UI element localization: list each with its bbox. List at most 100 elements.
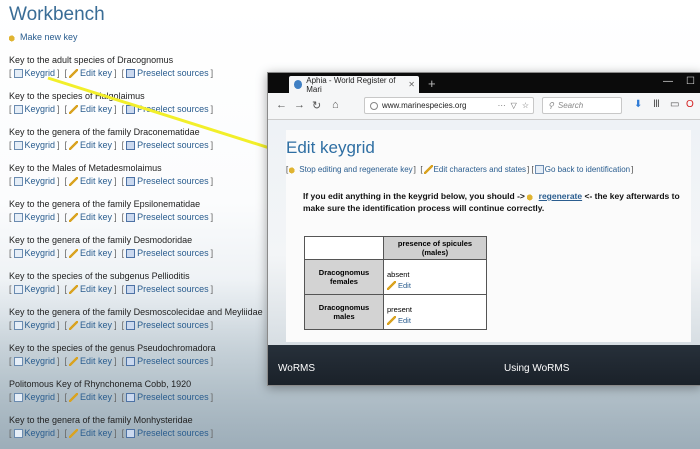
go-back-link[interactable]: Go back to identification: [545, 165, 630, 174]
table-cell: absent Edit: [383, 259, 487, 295]
regenerate-link[interactable]: regenerate: [539, 191, 582, 201]
edit-key-link[interactable]: Edit key: [80, 104, 112, 114]
footer-using-worms-link[interactable]: Using WoRMS: [504, 363, 569, 374]
keygrid-link[interactable]: Keygrid: [25, 320, 56, 330]
key-title: Key to the adult species of Dracognomus: [9, 55, 174, 65]
preselect-sources-link[interactable]: Preselect sources: [137, 176, 209, 186]
preselect-icon: [126, 284, 136, 294]
preselect-sources-link[interactable]: Preselect sources: [137, 284, 209, 294]
edit-key-link[interactable]: Edit key: [80, 212, 112, 222]
cell-edit-label: Edit: [398, 281, 411, 290]
download-icon[interactable]: ⬇: [634, 99, 642, 110]
key-links: [Keygrid] [Edit key] [Preselect sources]: [9, 284, 214, 294]
site-footer: WoRMS Using WoRMS: [268, 345, 700, 385]
key-links: [Keygrid] [Edit key] [Preselect sources]: [9, 356, 214, 366]
library-icon[interactable]: Ⅲ: [653, 99, 660, 110]
edit-key-link[interactable]: Edit key: [80, 320, 112, 330]
keygrid-link[interactable]: Keygrid: [25, 212, 56, 222]
edit-key-link[interactable]: Edit key: [80, 428, 112, 438]
pencil-icon: [69, 140, 79, 150]
preselect-sources-link[interactable]: Preselect sources: [137, 248, 209, 258]
keygrid-link[interactable]: Keygrid: [25, 392, 56, 402]
browser-tab[interactable]: Aphia - World Register of Mari ✕: [289, 76, 419, 94]
footer-worms-link[interactable]: WoRMS: [278, 363, 315, 374]
sidebar-icon[interactable]: ▭: [670, 99, 679, 110]
more-icon[interactable]: ···: [498, 101, 506, 110]
keygrid-link[interactable]: Keygrid: [25, 356, 56, 366]
list-item: Key to the genera of the family Desmodor…: [9, 235, 213, 258]
new-tab-icon[interactable]: +: [428, 76, 436, 91]
url-bar[interactable]: www.marinespecies.org ··· ▽ ☆: [364, 97, 534, 114]
preselect-sources-link[interactable]: Preselect sources: [137, 140, 209, 150]
pencil-icon: [69, 212, 79, 222]
grid-icon: [13, 140, 23, 150]
cell-edit-link[interactable]: Edit: [387, 281, 483, 290]
edit-key-link[interactable]: Edit key: [80, 248, 112, 258]
favicon-icon: [294, 80, 303, 89]
key-links: [Keygrid] [Edit key] [Preselect sources]: [9, 428, 214, 438]
list-item: Key to the genera of the family Desmosco…: [9, 307, 263, 330]
nav-bar: ← → ↻ ⌂ www.marinespecies.org ··· ▽ ☆ ⚲ …: [268, 93, 700, 120]
pocket-icon[interactable]: ▽: [511, 101, 517, 110]
bookmark-star-icon[interactable]: ☆: [522, 101, 529, 110]
opera-icon[interactable]: O: [686, 99, 694, 110]
cell-edit-link[interactable]: Edit: [387, 316, 483, 325]
url-text: www.marinespecies.org: [382, 101, 467, 110]
key-links: [Keygrid] [Edit key] [Preselect sources]: [9, 392, 214, 402]
keygrid-link[interactable]: Keygrid: [25, 428, 56, 438]
warning-text: If you edit anything in the keygrid belo…: [303, 190, 683, 214]
preselect-sources-link[interactable]: Preselect sources: [137, 320, 209, 330]
keygrid-link[interactable]: Keygrid: [25, 248, 56, 258]
back-icon[interactable]: ←: [276, 99, 287, 111]
edit-key-link[interactable]: Edit key: [80, 284, 112, 294]
make-new-key-link[interactable]: Make new key: [9, 32, 78, 42]
preselect-sources-link[interactable]: Preselect sources: [137, 356, 209, 366]
edit-key-link[interactable]: Edit key: [80, 356, 112, 366]
edit-key-link[interactable]: Edit key: [80, 392, 112, 402]
preselect-icon: [126, 68, 136, 78]
preselect-sources-link[interactable]: Preselect sources: [137, 212, 209, 222]
edit-characters-link[interactable]: Edit characters and states: [434, 165, 527, 174]
list-item: Key to the species of Halgolaimus [Keygri…: [9, 91, 213, 114]
table-header-row: presence of spicules (males): [304, 236, 487, 260]
keygrid-link[interactable]: Keygrid: [25, 68, 56, 78]
key-title: Key to the species of Halgolaimus: [9, 91, 145, 101]
preselect-icon: [126, 356, 136, 366]
edit-key-link[interactable]: Edit key: [80, 140, 112, 150]
cell-value: present: [387, 305, 413, 314]
preselect-sources-link[interactable]: Preselect sources: [137, 68, 209, 78]
info-icon[interactable]: [370, 101, 378, 110]
preselect-sources-link[interactable]: Preselect sources: [137, 104, 209, 114]
keygrid-link[interactable]: Keygrid: [25, 284, 56, 294]
keygrid-link[interactable]: Keygrid: [25, 140, 56, 150]
pencil-icon: [69, 104, 79, 114]
list-item: Key to the Males of Metadesmolaimus [Keyg…: [9, 163, 213, 186]
grid-icon: [13, 248, 23, 258]
preselect-sources-link[interactable]: Preselect sources: [137, 428, 209, 438]
edit-key-link[interactable]: Edit key: [80, 176, 112, 186]
pencil-icon: [69, 428, 79, 438]
forward-icon[interactable]: →: [294, 99, 305, 111]
stop-editing-link[interactable]: Stop editing and regenerate key: [299, 165, 412, 174]
preselect-icon: [126, 212, 136, 222]
pencil-icon: [387, 281, 396, 290]
close-icon[interactable]: ✕: [408, 80, 415, 89]
keygrid-link[interactable]: Keygrid: [25, 176, 56, 186]
table-row: Dracognomus males present Edit: [304, 294, 487, 330]
minimize-icon[interactable]: —: [663, 76, 673, 87]
search-bar[interactable]: ⚲ Search: [542, 97, 622, 114]
preselect-sources-link[interactable]: Preselect sources: [137, 392, 209, 402]
pencil-icon: [69, 68, 79, 78]
key-links: [Keygrid] [Edit key] [Preselect sources]: [9, 104, 214, 114]
list-item: Key to the genera of the family Monhyste…: [9, 415, 213, 438]
keygrid-table: presence of spicules (males) Dracognomus…: [304, 236, 487, 330]
maximize-icon[interactable]: ☐: [686, 76, 695, 87]
key-links: [Keygrid] [Edit key] [Preselect sources]: [9, 176, 214, 186]
preselect-icon: [126, 104, 136, 114]
grid-icon: [13, 428, 23, 438]
reload-icon[interactable]: ↻: [312, 99, 321, 112]
keygrid-link[interactable]: Keygrid: [25, 104, 56, 114]
edit-key-link[interactable]: Edit key: [80, 68, 112, 78]
pencil-icon: [69, 284, 79, 294]
home-icon[interactable]: ⌂: [332, 99, 339, 111]
